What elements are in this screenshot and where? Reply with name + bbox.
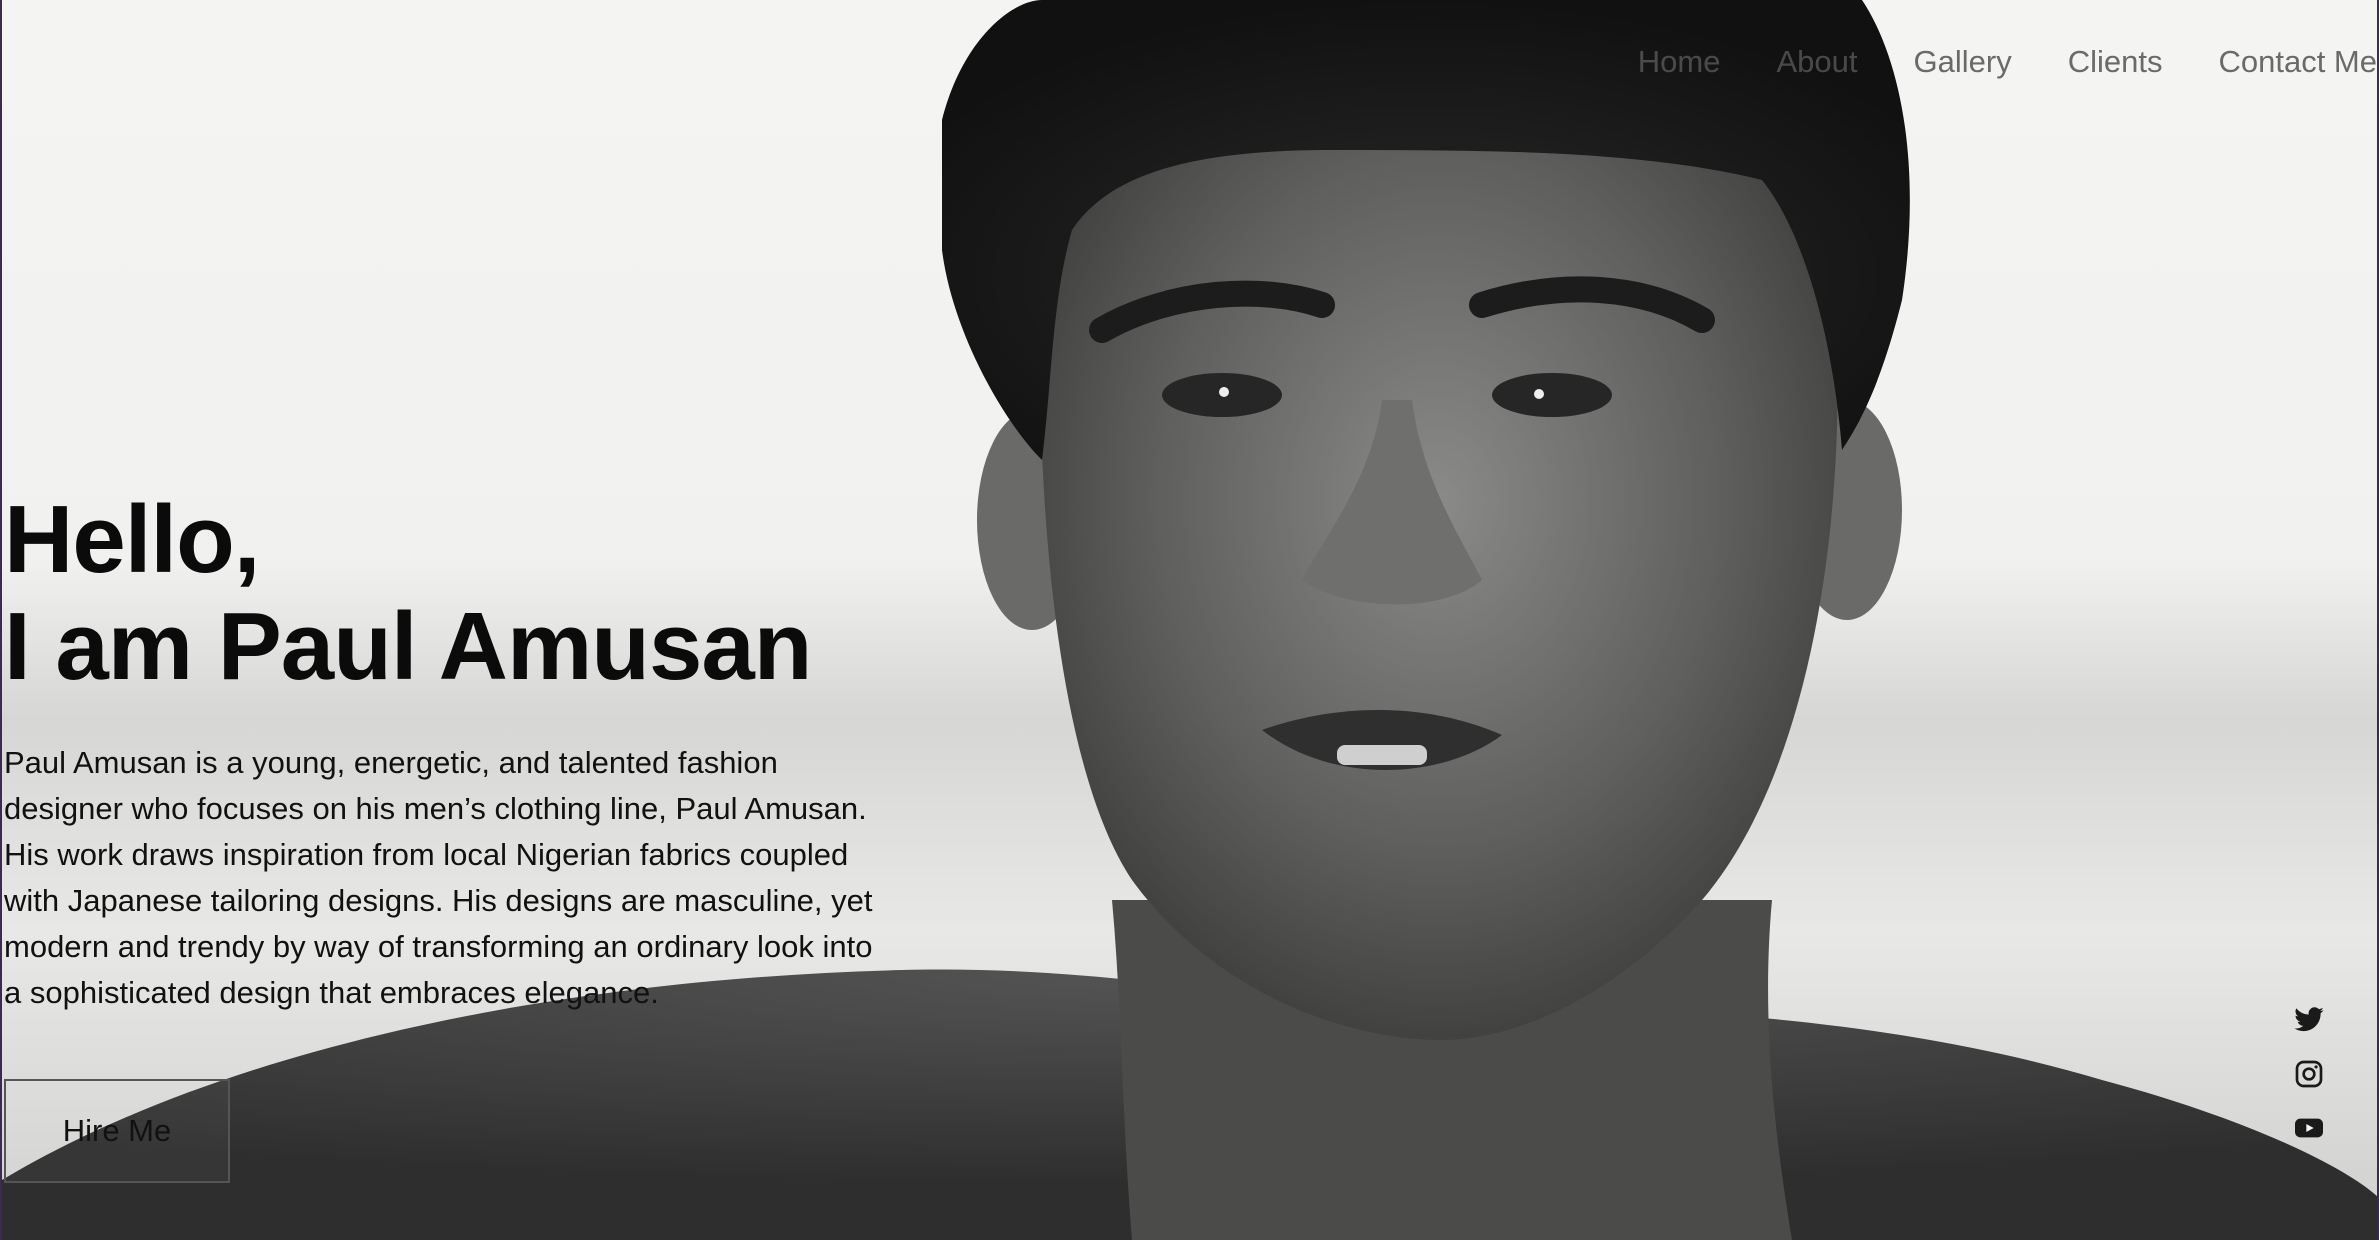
main-nav: Home About Gallery Clients Contact Me [1638, 44, 2377, 80]
nav-clients[interactable]: Clients [2068, 44, 2163, 80]
twitter-icon[interactable] [2293, 1004, 2325, 1036]
hero-bio: Paul Amusan is a young, energetic, and t… [4, 745, 873, 1010]
nav-contact-me[interactable]: Contact Me [2218, 44, 2377, 80]
instagram-icon[interactable] [2293, 1058, 2325, 1090]
youtube-icon[interactable] [2293, 1112, 2325, 1144]
nav-gallery[interactable]: Gallery [1914, 44, 2012, 80]
hire-me-button[interactable]: Hire Me [4, 1079, 230, 1183]
nav-about[interactable]: About [1777, 44, 1858, 80]
hero-section: Hello, I am Paul Amusan Paul Amusan is a… [4, 486, 904, 1016]
hero-heading: Hello, I am Paul Amusan [4, 486, 904, 700]
hero-name: I am Paul Amusan [4, 593, 812, 700]
hero-greeting: Hello, [4, 486, 260, 593]
page: Home About Gallery Clients Contact Me He… [0, 0, 2379, 1240]
nav-home[interactable]: Home [1638, 44, 1721, 80]
social-links [2293, 1004, 2325, 1144]
